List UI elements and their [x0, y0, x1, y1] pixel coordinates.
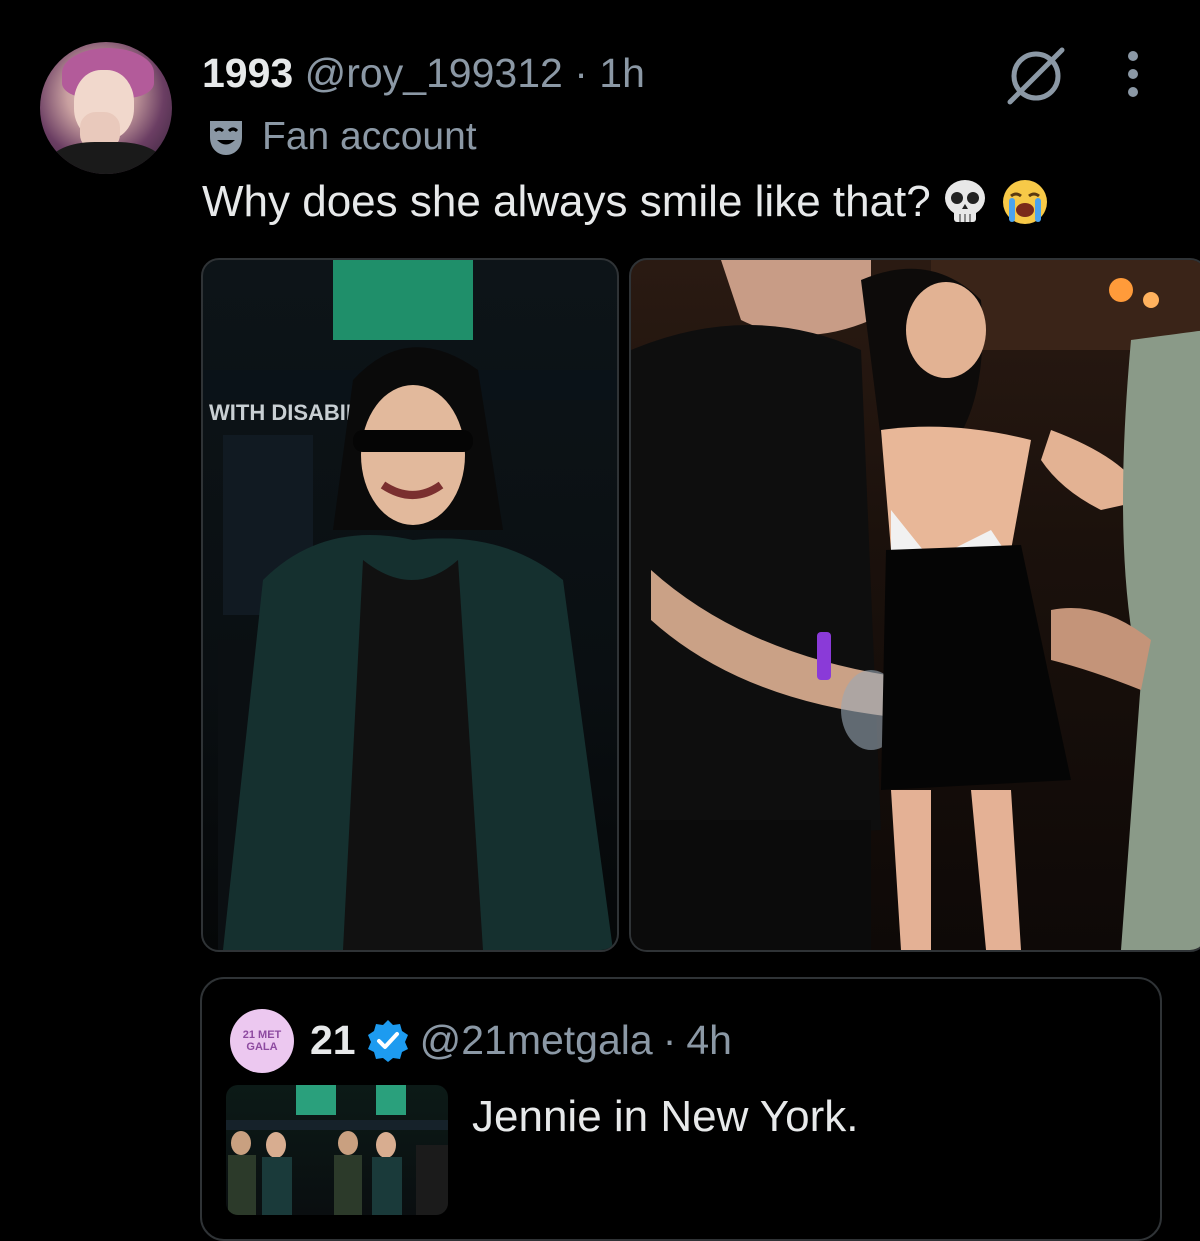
quoted-author-avatar[interactable]: 21 MET GALA	[230, 1009, 294, 1073]
post-photo-2[interactable]	[629, 258, 1200, 952]
post-text-content: Why does she always smile like that?	[202, 177, 931, 226]
avatar-shirt	[50, 142, 162, 174]
photo-2-scene	[631, 260, 1200, 950]
account-label-text: Fan account	[262, 115, 477, 158]
author-avatar[interactable]	[40, 42, 172, 174]
author-display-name[interactable]: 1993	[202, 50, 293, 96]
more-vertical-icon[interactable]	[1116, 48, 1150, 108]
grok-icon[interactable]	[1004, 44, 1068, 108]
skull-emoji-icon	[944, 180, 985, 222]
quoted-display-name[interactable]: 21	[310, 1015, 356, 1065]
account-label[interactable]: Fan account	[204, 112, 477, 162]
quoted-thumbnail[interactable]	[226, 1085, 448, 1215]
quoted-post-header: 21 @21metgala · 4h	[310, 1015, 732, 1065]
quoted-separator: ·	[662, 1017, 677, 1063]
mask-icon	[210, 121, 242, 155]
author-handle[interactable]: @roy_199312	[305, 50, 563, 96]
quoted-post[interactable]: 21 MET GALA 21 @21metgala · 4h Jennie in…	[200, 977, 1162, 1241]
verified-badge-icon	[367, 1020, 408, 1062]
quoted-thumbnail-scene	[226, 1085, 448, 1215]
post-text: Why does she always smile like that?	[202, 172, 1051, 232]
quoted-handle[interactable]: @21metgala	[420, 1015, 653, 1065]
post-photo-1[interactable]: WITH DISABILIT	[201, 258, 619, 952]
quoted-post-text: Jennie in New York.	[472, 1092, 859, 1141]
photo-1-scene: WITH DISABILIT	[203, 260, 617, 950]
post-time[interactable]: 1h	[599, 50, 645, 96]
quoted-time[interactable]: 4h	[686, 1015, 732, 1065]
loudly-crying-emoji-icon	[1002, 180, 1047, 224]
post-header: 1993 @roy_199312 · 1h	[202, 48, 645, 98]
separator-dot: ·	[574, 50, 588, 96]
